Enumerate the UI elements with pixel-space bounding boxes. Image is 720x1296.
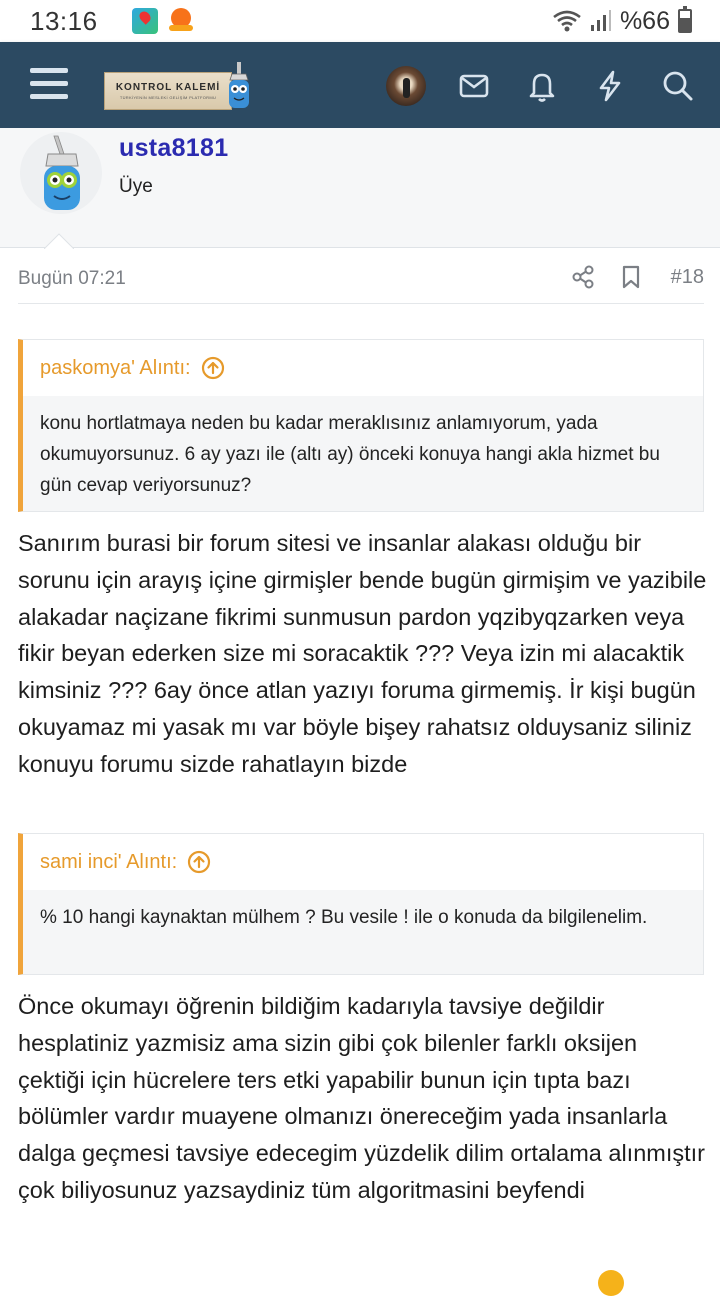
lightning-icon[interactable] — [592, 68, 628, 104]
post-meta-bar: Bugün 07:21 #18 — [18, 256, 704, 304]
maps-app-icon — [131, 8, 158, 34]
status-right: %66 — [552, 6, 692, 36]
post-author-header: usta8181 Üye — [0, 128, 720, 249]
bookmark-icon[interactable] — [618, 264, 644, 290]
quote-text: konu hortlatmaya neden bu kadar meraklıs… — [40, 413, 660, 496]
top-navbar: KONTROL KALEMİ TÜRKİYENİN MESLEKİ GELİŞİ… — [0, 42, 720, 128]
go-to-quote-icon[interactable] — [201, 356, 225, 380]
quote-text: % 10 hangi kaynaktan mülhem ? Bu vesile … — [40, 907, 648, 928]
battery-percent: %66 — [619, 6, 670, 35]
quote-header[interactable]: sami inci' Alıntı: — [23, 834, 703, 890]
site-logo[interactable]: KONTROL KALEMİ TÜRKİYENİN MESLEKİ GELİŞİ… — [104, 72, 232, 110]
author-avatar[interactable] — [20, 132, 102, 214]
battery-icon — [678, 6, 692, 33]
clock: 13:16 — [30, 5, 98, 36]
author-name[interactable]: usta8181 — [119, 134, 228, 163]
post-date[interactable]: Bugün 07:21 — [18, 268, 126, 290]
bell-icon[interactable] — [524, 68, 560, 104]
wifi-icon — [553, 10, 581, 32]
status-bar: 13:16 %66 — [0, 0, 720, 42]
quote-author[interactable]: sami inci' Alıntı: — [40, 851, 177, 874]
author-role: Üye — [119, 176, 153, 197]
go-to-quote-icon[interactable] — [187, 850, 211, 874]
signal-icon — [590, 10, 611, 31]
inbox-icon[interactable] — [456, 68, 492, 104]
logo-mascot-icon — [229, 62, 249, 108]
logo-title: KONTROL KALEMİ — [115, 82, 221, 93]
search-icon[interactable] — [660, 68, 696, 104]
reaction-icon[interactable] — [598, 1270, 624, 1296]
share-icon[interactable] — [570, 264, 596, 290]
notification-icons — [131, 8, 194, 34]
post-body-paragraph: Önce okumayı öğrenin bildiğim kadarıyla … — [18, 993, 706, 1203]
quote-author[interactable]: paskomya' Alıntı: — [40, 357, 191, 380]
post-footer-peek — [18, 1266, 704, 1296]
quote-block: paskomya' Alıntı: konu hortlatmaya neden… — [18, 339, 704, 512]
quote-header[interactable]: paskomya' Alıntı: — [23, 340, 703, 396]
menu-icon[interactable] — [30, 68, 68, 100]
mascot-avatar-icon — [44, 135, 80, 210]
logo-subtitle: TÜRKİYENİN MESLEKİ GELİŞİM PLATFORMU — [119, 95, 217, 100]
quote-block: sami inci' Alıntı: % 10 hangi kaynaktan … — [18, 833, 704, 975]
food-app-icon — [168, 8, 194, 34]
user-avatar[interactable] — [386, 66, 426, 106]
post-number[interactable]: #18 — [671, 266, 704, 289]
pointer-arrow — [44, 233, 74, 249]
post-body-paragraph: Sanırım burasi bir forum sitesi ve insan… — [18, 530, 707, 777]
